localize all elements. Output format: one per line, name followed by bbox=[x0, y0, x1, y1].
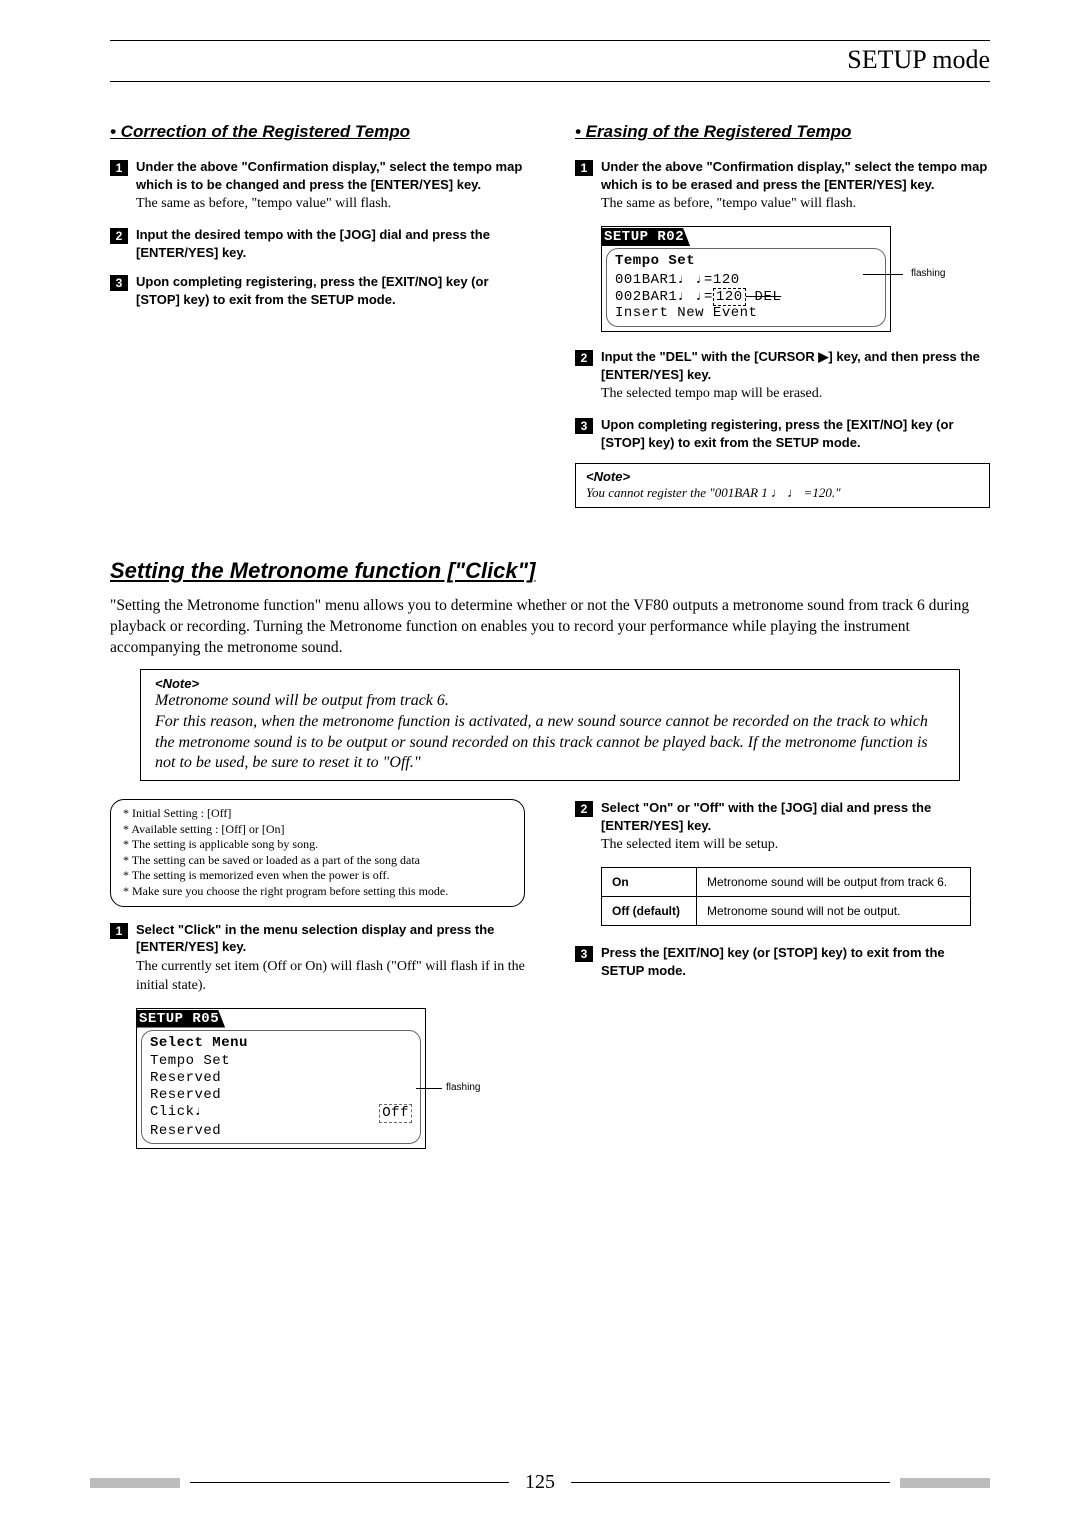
lcd-line1: Tempo Set bbox=[150, 1053, 412, 1070]
step-number-1: 1 bbox=[110, 923, 128, 939]
lcd-line3: Insert New Event bbox=[615, 305, 877, 322]
flashing-label: flashing bbox=[446, 1082, 480, 1093]
step-number-3: 3 bbox=[110, 275, 128, 291]
table-row: On Metronome sound will be output from t… bbox=[602, 868, 971, 897]
step-number-3: 3 bbox=[575, 418, 593, 434]
right-step1-bold: Under the above "Confirmation display," … bbox=[601, 158, 990, 193]
lcd-line2: Reserved bbox=[150, 1070, 412, 1087]
lcd-line1: 001BAR1♩ ♩=120 bbox=[615, 272, 877, 289]
flashing-label: flashing bbox=[911, 268, 945, 279]
left-step2-bold: Input the desired tempo with the [JOG] d… bbox=[136, 226, 525, 261]
right-step2-bold: Input the "DEL" with the [CURSOR ▶] key,… bbox=[601, 348, 990, 383]
note-box-metronome: <Note> Metronome sound will be output fr… bbox=[140, 669, 960, 781]
lcd-line5: Reserved bbox=[150, 1123, 412, 1140]
metronome-lead: "Setting the Metronome function" menu al… bbox=[110, 596, 990, 659]
lcd-display-click: SETUP R05 Select Menu Tempo Set Reserved… bbox=[136, 1008, 525, 1150]
metr-step1-plain: The currently set item (Off or On) will … bbox=[136, 958, 525, 996]
table-row: Off (default) Metronome sound will not b… bbox=[602, 897, 971, 926]
heading-correction: • Correction of the Registered Tempo bbox=[110, 122, 525, 142]
step-number-2: 2 bbox=[575, 350, 593, 366]
step-number-2: 2 bbox=[575, 801, 593, 817]
lcd-line3: Reserved bbox=[150, 1087, 412, 1104]
metr-step2-plain: The selected item will be setup. bbox=[601, 836, 990, 855]
page-header: SETUP mode bbox=[110, 45, 990, 75]
left-step3-bold: Upon completing registering, press the [… bbox=[136, 273, 525, 308]
page-footer: 125 bbox=[0, 1471, 1080, 1494]
metr-step3-bold: Press the [EXIT/NO] key (or [STOP] key) … bbox=[601, 944, 990, 979]
lcd-line4: Click♩ Off bbox=[150, 1104, 412, 1123]
metronome-table: On Metronome sound will be output from t… bbox=[601, 867, 971, 926]
left-step1-plain: The same as before, "tempo value" will f… bbox=[136, 195, 525, 214]
step-number-1: 1 bbox=[575, 160, 593, 176]
right-step2-plain: The selected tempo map will be erased. bbox=[601, 385, 990, 404]
specs-box: * Initial Setting : [Off] * Available se… bbox=[110, 799, 525, 907]
left-step1-bold: Under the above "Confirmation display," … bbox=[136, 158, 525, 193]
heading-metronome: Setting the Metronome function ["Click"] bbox=[110, 558, 990, 584]
heading-erasing: • Erasing of the Registered Tempo bbox=[575, 122, 990, 142]
step-number-3: 3 bbox=[575, 946, 593, 962]
page-number: 125 bbox=[519, 1471, 561, 1494]
note-box-erasing: <Note> You cannot register the "001BAR 1… bbox=[575, 463, 990, 508]
lcd-tab: SETUP R05 bbox=[137, 1010, 225, 1028]
lcd-display-erasing: SETUP R02 Tempo Set 001BAR1♩ ♩=120 002BA… bbox=[601, 226, 990, 332]
lcd-title: Select Menu bbox=[150, 1035, 412, 1052]
metr-step1-bold: Select "Click" in the menu selection dis… bbox=[136, 921, 525, 956]
metr-step2-bold: Select "On" or "Off" with the [JOG] dial… bbox=[601, 799, 990, 834]
lcd-line2: 002BAR1♩ ♩=120 DEL bbox=[615, 289, 877, 306]
right-step1-plain: The same as before, "tempo value" will f… bbox=[601, 195, 990, 214]
step-number-2: 2 bbox=[110, 228, 128, 244]
lcd-tab: SETUP R02 bbox=[602, 228, 690, 246]
step-number-1: 1 bbox=[110, 160, 128, 176]
right-step3-bold: Upon completing registering, press the [… bbox=[601, 416, 990, 451]
lcd-title: Tempo Set bbox=[615, 253, 877, 270]
